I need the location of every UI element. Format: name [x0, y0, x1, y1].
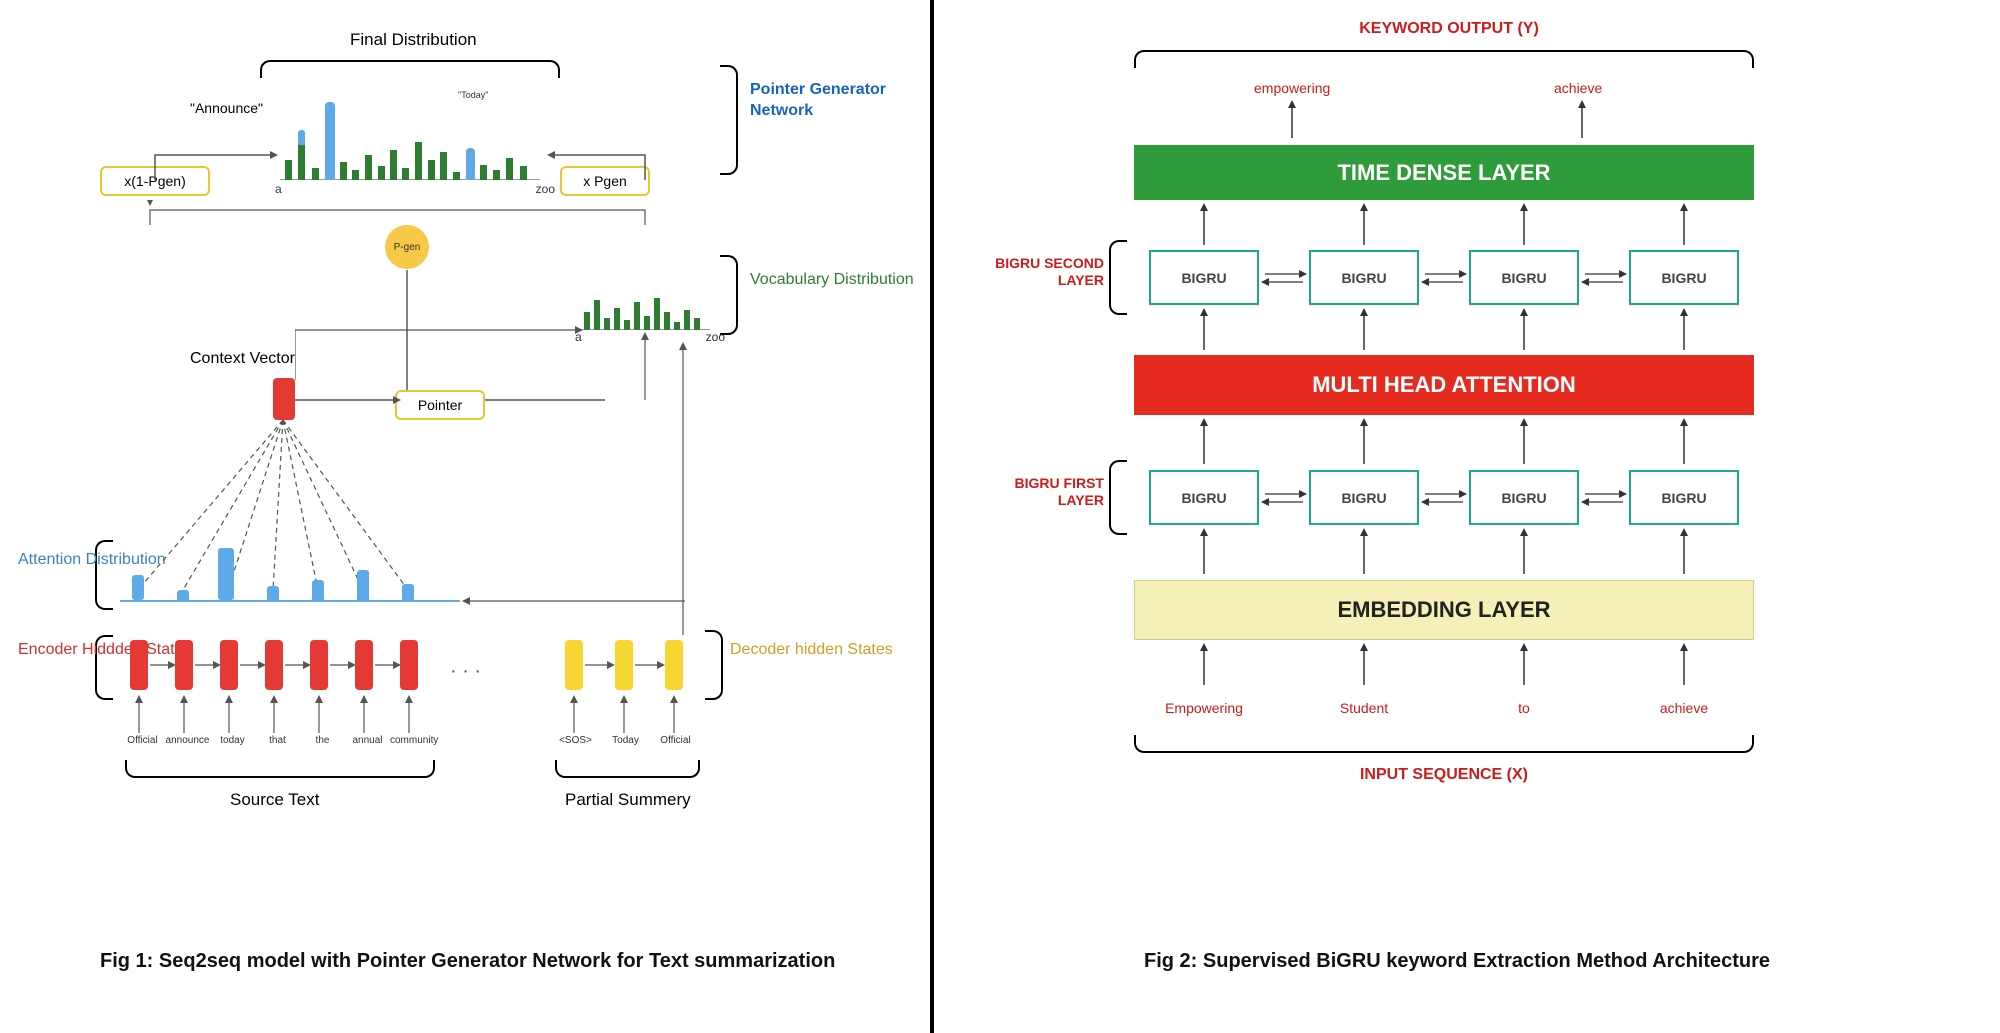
decoder-state: [615, 640, 633, 690]
time-dense-layer: TIME DENSE LAYER: [1134, 145, 1754, 200]
source-token: Official: [120, 735, 165, 746]
input-word: achieve: [1629, 700, 1739, 716]
final-dist-brace: [260, 60, 560, 78]
attn-dashes: [120, 410, 480, 610]
dec-label: Decoder hidden States: [730, 640, 893, 661]
vocab-brace: [720, 255, 738, 335]
source-token: that: [255, 735, 300, 746]
bigru2-label: BIGRU SECOND LAYER: [989, 255, 1104, 289]
encoder-state: [130, 640, 148, 690]
bigru-cell: BIGRU: [1469, 250, 1579, 305]
bigru-cell: BIGRU: [1469, 470, 1579, 525]
dec-brace: [705, 630, 723, 700]
bigru-cell: BIGRU: [1149, 250, 1259, 305]
bigru-cell: BIGRU: [1309, 470, 1419, 525]
decoder-token: Official: [653, 735, 698, 746]
decoder-token: <SOS>: [553, 735, 598, 746]
bigru2-brace: [1109, 240, 1127, 315]
partial-brace: [555, 760, 700, 778]
multi-head-attention: MULTI HEAD ATTENTION: [1134, 355, 1754, 415]
bigru-cell: BIGRU: [1629, 470, 1739, 525]
fig1-panel: Final Distribution "Announce" Pointer Ge…: [0, 0, 930, 1033]
bigru1-label: BIGRU FIRST LAYER: [989, 475, 1104, 509]
source-text-label: Source Text: [230, 790, 319, 810]
embedding-layer: EMBEDDING LAYER: [1134, 580, 1754, 640]
encoder-state: [310, 640, 328, 690]
source-token: today: [210, 735, 255, 746]
keyword-output-label: KEYWORD OUTPUT (Y): [1324, 20, 1574, 38]
output-word-0: empowering: [1254, 80, 1330, 96]
pgn-brace: [720, 65, 738, 175]
pgen-circle: P-gen: [385, 225, 429, 269]
input-word: Student: [1309, 700, 1419, 716]
announce-label: "Announce": [190, 100, 263, 116]
encoder-state: [220, 640, 238, 690]
output-brace: [1134, 50, 1754, 68]
input-seq-label: INPUT SEQUENCE (X): [1334, 765, 1554, 786]
decoder-token: Today: [603, 735, 648, 746]
partial-summery-label: Partial Summery: [565, 790, 691, 810]
input-word: to: [1469, 700, 1579, 716]
axis-zoo-2: zoo: [706, 330, 725, 344]
encoder-state: [355, 640, 373, 690]
bigru-cell: BIGRU: [1629, 250, 1739, 305]
bigru-cell: BIGRU: [1149, 470, 1259, 525]
decoder-state: [565, 640, 583, 690]
today-small-label: "Today": [458, 90, 488, 100]
source-token: annual: [345, 735, 390, 746]
encoder-state: [175, 640, 193, 690]
encoder-state: [400, 640, 418, 690]
fig2-caption: Fig 2: Supervised BiGRU keyword Extracti…: [1144, 950, 1770, 973]
pgn-text: Pointer Generator Network: [750, 80, 930, 122]
bigru-cell: BIGRU: [1309, 250, 1419, 305]
fig1-caption: Fig 1: Seq2seq model with Pointer Genera…: [100, 950, 835, 973]
encoder-state: [265, 640, 283, 690]
pgn-label: Pointer Generator Network: [750, 80, 930, 122]
output-word-1: achieve: [1554, 80, 1602, 96]
source-token: the: [300, 735, 345, 746]
source-brace: [125, 760, 435, 778]
fig2-panel: KEYWORD OUTPUT (Y) empowering achieve TI…: [930, 0, 2000, 1033]
context-vector-label: Context Vector: [190, 350, 295, 368]
source-token: announce: [165, 735, 210, 746]
decoder-state: [665, 640, 683, 690]
final-dist-bars: a zoo "Today": [280, 100, 540, 180]
final-distribution-label: Final Distribution: [350, 30, 477, 50]
input-word: Empowering: [1149, 700, 1259, 716]
vocab-label: Vocabulary Distribution: [750, 270, 914, 291]
dots: · · ·: [450, 660, 481, 683]
input-brace: [1134, 735, 1754, 753]
source-token: community: [390, 735, 435, 746]
bigru1-brace: [1109, 460, 1127, 535]
